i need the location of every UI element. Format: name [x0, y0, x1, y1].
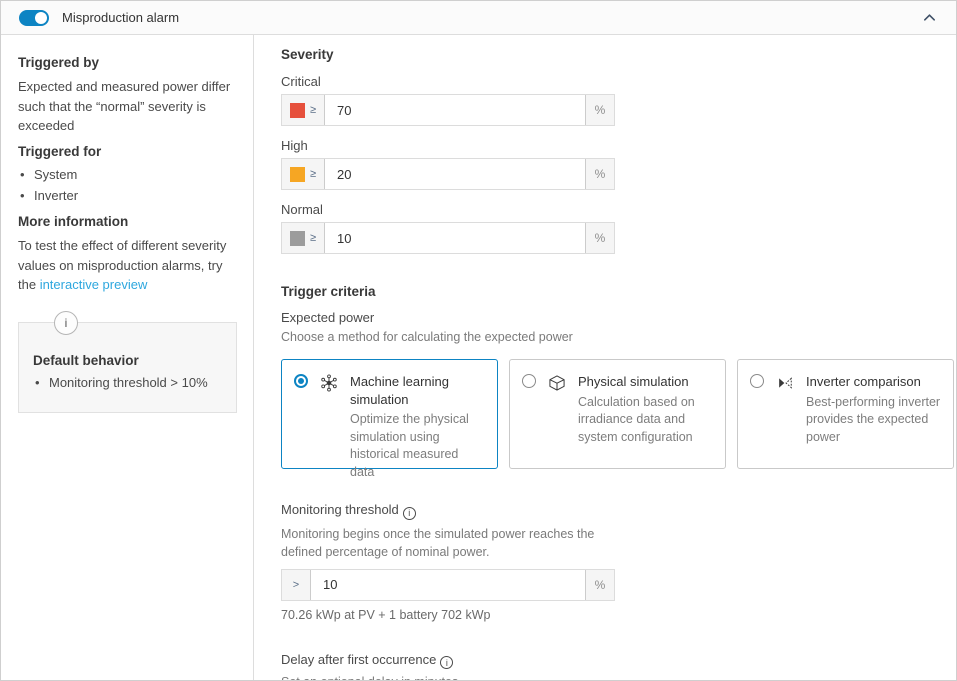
expected-power-method-cards: Machine learning simulation Optimize the… — [281, 359, 954, 469]
triggered-for-list: System Inverter — [18, 166, 237, 207]
radio-unselected-icon[interactable] — [750, 374, 764, 388]
card-text: Machine learning simulation Optimize the… — [350, 373, 485, 455]
monitoring-threshold-label: Monitoring threshold — [281, 502, 399, 517]
default-behavior-heading: Default behavior — [33, 353, 222, 368]
severity-color-swatch — [290, 103, 305, 118]
triggered-by-text: Expected and measured power differ such … — [18, 77, 237, 136]
method-description: Best-performing inverter provides the ex… — [806, 394, 941, 447]
expected-power-hint: Choose a method for calculating the expe… — [281, 328, 954, 346]
severity-prefix: ≥ — [282, 159, 324, 189]
info-icon[interactable]: i — [440, 656, 453, 669]
severity-input-group: ≥ % — [281, 158, 615, 190]
severity-prefix: ≥ — [282, 223, 324, 253]
misproduction-alarm-panel: Misproduction alarm Triggered by Expecte… — [0, 0, 957, 681]
list-item: System — [18, 166, 237, 185]
triggered-for-heading: Triggered for — [18, 144, 237, 159]
settings-main: Severity Critical ≥ % High ≥ — [254, 35, 957, 681]
info-sidebar: Triggered by Expected and measured power… — [1, 35, 254, 681]
gte-operator: ≥ — [310, 232, 316, 244]
interactive-preview-link[interactable]: interactive preview — [40, 277, 148, 292]
radio-unselected-icon[interactable] — [522, 374, 536, 388]
card-text: Inverter comparison Best-performing inve… — [806, 373, 941, 455]
more-information-heading: More information — [18, 214, 237, 229]
nominal-power-helper-text: 70.26 kWp at PV + 1 battery 702 kWp — [281, 608, 954, 622]
severity-input-group: ≥ % — [281, 222, 615, 254]
toggle-knob — [35, 12, 47, 24]
severity-heading: Severity — [281, 47, 954, 62]
gt-operator: > — [293, 579, 299, 591]
expected-power-label: Expected power — [281, 310, 954, 325]
method-title: Machine learning simulation — [350, 373, 485, 408]
list-item: Monitoring threshold > 10% — [33, 374, 222, 393]
trigger-criteria-heading: Trigger criteria — [281, 284, 954, 299]
severity-color-swatch — [290, 167, 305, 182]
method-card-machine-learning[interactable]: Machine learning simulation Optimize the… — [281, 359, 498, 469]
percent-suffix: % — [586, 95, 614, 125]
card-text: Physical simulation Calculation based on… — [578, 373, 713, 455]
delay-hint: Set an optional delay in minutes — [281, 673, 954, 681]
method-title: Inverter comparison — [806, 373, 941, 391]
method-card-inverter-comparison[interactable]: Inverter comparison Best-performing inve… — [737, 359, 954, 469]
percent-suffix: % — [586, 159, 614, 189]
method-description: Optimize the physical simulation using h… — [350, 411, 485, 481]
method-description: Calculation based on irradiance data and… — [578, 394, 713, 447]
radio-selected-icon[interactable] — [294, 374, 308, 388]
panel-title: Misproduction alarm — [62, 10, 179, 25]
severity-prefix: ≥ — [282, 95, 324, 125]
gte-operator: ≥ — [310, 168, 316, 180]
critical-threshold-input[interactable] — [324, 95, 586, 125]
chevron-up-icon[interactable] — [920, 9, 938, 27]
cube-icon — [547, 373, 567, 393]
normal-threshold-input[interactable] — [324, 223, 586, 253]
alarm-toggle[interactable] — [19, 10, 49, 26]
monitoring-threshold-input-group: > % — [281, 569, 615, 601]
severity-color-swatch — [290, 231, 305, 246]
monitoring-threshold-description: Monitoring begins once the simulated pow… — [281, 525, 601, 561]
severity-input-group: ≥ % — [281, 94, 615, 126]
default-behavior-box: i Default behavior Monitoring threshold … — [18, 322, 237, 413]
info-icon: i — [54, 311, 78, 335]
network-icon — [319, 373, 339, 393]
severity-label: Normal — [281, 202, 954, 217]
method-title: Physical simulation — [578, 373, 713, 391]
severity-row-critical: Critical ≥ % — [281, 74, 954, 126]
info-icon[interactable]: i — [403, 507, 416, 520]
triggered-by-heading: Triggered by — [18, 55, 237, 70]
panel-header: Misproduction alarm — [1, 1, 956, 35]
method-card-physical-simulation[interactable]: Physical simulation Calculation based on… — [509, 359, 726, 469]
severity-label: High — [281, 138, 954, 153]
percent-suffix: % — [586, 223, 614, 253]
more-information-text: To test the effect of different severity… — [18, 236, 237, 295]
default-behavior-list: Monitoring threshold > 10% — [33, 374, 222, 393]
delay-label: Delay after first occurrence — [281, 652, 436, 667]
compare-triangles-icon — [775, 373, 795, 393]
severity-row-normal: Normal ≥ % — [281, 202, 954, 254]
gte-operator: ≥ — [310, 104, 316, 116]
threshold-prefix: > — [282, 570, 310, 600]
list-item: Inverter — [18, 187, 237, 206]
high-threshold-input[interactable] — [324, 159, 586, 189]
monitoring-threshold-input[interactable] — [310, 570, 586, 600]
severity-label: Critical — [281, 74, 954, 89]
severity-row-high: High ≥ % — [281, 138, 954, 190]
percent-suffix: % — [586, 570, 614, 600]
